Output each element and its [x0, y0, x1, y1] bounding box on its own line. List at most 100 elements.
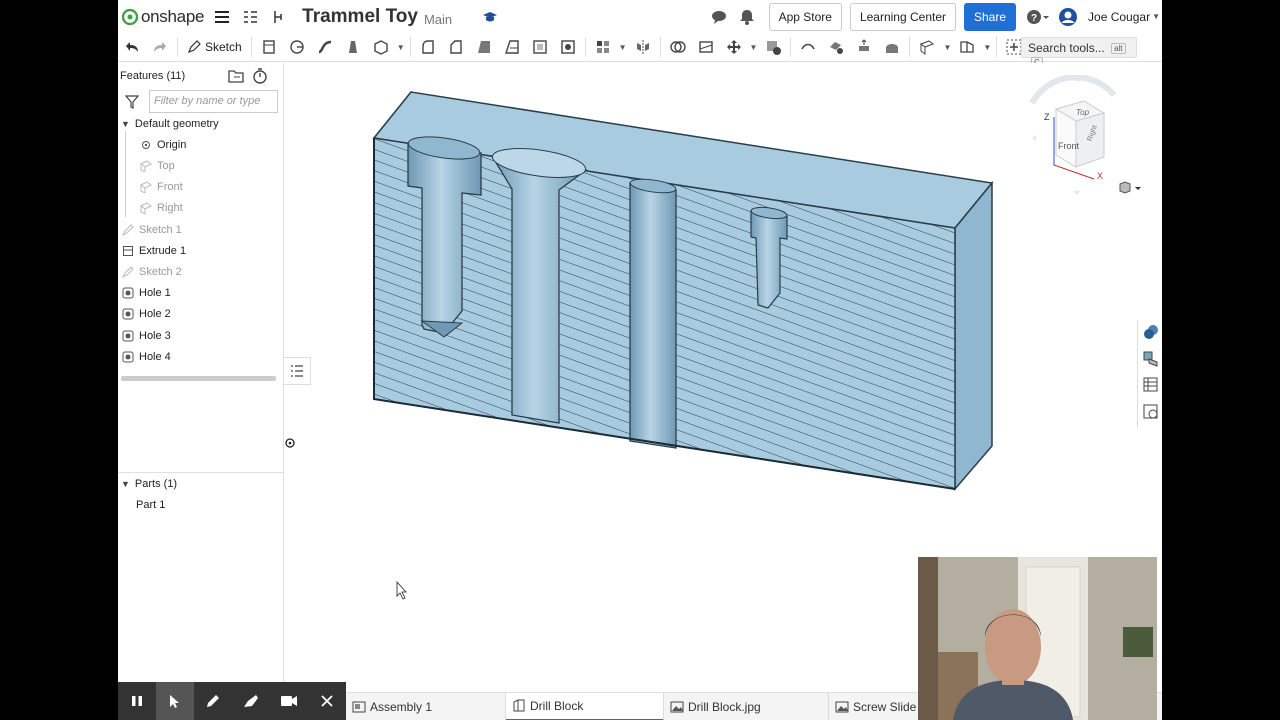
- pointer-button[interactable]: [156, 682, 194, 720]
- fillet-tool-icon[interactable]: [418, 37, 438, 57]
- default-geometry-group[interactable]: ▼ Default geometry: [121, 114, 219, 134]
- thicken-tool-icon[interactable]: [371, 37, 391, 57]
- part-label: Part 1: [136, 499, 166, 511]
- tab-drill-block[interactable]: Drill Block: [506, 693, 664, 720]
- tab-label: Assembly 1: [370, 700, 433, 714]
- transform-tool-icon[interactable]: [724, 37, 744, 57]
- move-face-tool-icon[interactable]: [854, 37, 874, 57]
- expand-caret-icon[interactable]: ▼: [121, 479, 130, 489]
- feature-list-scrollbar[interactable]: [121, 376, 276, 381]
- view-cube-arrow-down-icon[interactable]: [1074, 191, 1080, 195]
- feature-item-sketch-1[interactable]: Sketch 1: [121, 220, 182, 240]
- redo-icon[interactable]: [150, 37, 170, 57]
- chamfer-tool-icon[interactable]: [446, 37, 466, 57]
- delete-face-tool-icon[interactable]: [826, 37, 846, 57]
- help-icon[interactable]: ?: [1026, 7, 1050, 27]
- feature-item-front[interactable]: Front: [139, 177, 183, 197]
- image-icon: [835, 701, 849, 713]
- feature-filter-input[interactable]: Filter by name or type: [149, 90, 278, 113]
- notifications-icon[interactable]: [737, 7, 757, 27]
- hole-3-section: [629, 182, 677, 449]
- part-item[interactable]: Part 1: [136, 495, 165, 515]
- boolean-tool-icon[interactable]: [668, 37, 688, 57]
- education-icon[interactable]: [480, 7, 500, 27]
- appearance-icon[interactable]: [1143, 324, 1159, 345]
- webcam-button[interactable]: [270, 682, 308, 720]
- tool-caret-icon[interactable]: ▼: [619, 43, 627, 52]
- tool-caret-icon[interactable]: ▼: [943, 43, 951, 52]
- split-tool-icon[interactable]: [696, 37, 716, 57]
- feature-label: Top: [157, 160, 175, 172]
- draft-tool-icon[interactable]: [474, 37, 494, 57]
- document-title[interactable]: Trammel Toy: [302, 6, 418, 28]
- configurations-icon[interactable]: [1143, 351, 1159, 372]
- versions-icon[interactable]: [240, 7, 260, 27]
- replace-face-tool-icon[interactable]: [882, 37, 902, 57]
- feature-item-sketch-2[interactable]: Sketch 2: [121, 262, 182, 282]
- feature-item-hole-1[interactable]: Hole 1: [121, 283, 171, 303]
- mirror-tool-icon[interactable]: [633, 37, 653, 57]
- plane-tool-icon[interactable]: [917, 37, 937, 57]
- avatar[interactable]: [1058, 7, 1078, 27]
- pen-button[interactable]: [194, 682, 232, 720]
- close-recorder-button[interactable]: [308, 682, 346, 720]
- user-name[interactable]: Joe Cougar: [1088, 10, 1150, 24]
- main-menu-icon[interactable]: [212, 7, 232, 27]
- share-button[interactable]: Share: [964, 2, 1017, 31]
- expand-caret-icon[interactable]: ▼: [121, 119, 130, 129]
- branch-icon[interactable]: [268, 7, 288, 27]
- pattern-tool-icon[interactable]: [593, 37, 613, 57]
- view-cube[interactable]: Top Front Right Z X: [1024, 75, 1134, 195]
- filter-icon[interactable]: [124, 95, 140, 114]
- tab-assembly-1[interactable]: Assembly 1: [346, 693, 506, 720]
- sketch-button[interactable]: Sketch: [187, 40, 242, 54]
- image-icon: [670, 701, 684, 713]
- hole-tool-icon[interactable]: [558, 37, 578, 57]
- view-cube-arrow-left-icon[interactable]: [1032, 135, 1036, 141]
- branch-name[interactable]: Main: [424, 12, 452, 27]
- timer-icon[interactable]: [252, 68, 268, 89]
- app-store-button[interactable]: App Store: [768, 2, 842, 31]
- search-tools-input[interactable]: Search tools... alt C: [1021, 37, 1137, 68]
- feature-item-origin[interactable]: Origin: [139, 135, 186, 155]
- learning-center-button[interactable]: Learning Center: [849, 2, 956, 31]
- surface-tool-icon[interactable]: [798, 37, 818, 57]
- undo-icon[interactable]: [122, 37, 142, 57]
- comments-icon[interactable]: [709, 7, 729, 27]
- tool-caret-icon[interactable]: ▼: [750, 43, 758, 52]
- rollback-folder-icon[interactable]: [228, 69, 244, 88]
- feature-item-hole-4[interactable]: Hole 4: [121, 347, 171, 367]
- delete-part-tool-icon[interactable]: [763, 37, 783, 57]
- view-options-icon[interactable]: [1118, 181, 1142, 200]
- feature-item-extrude-1[interactable]: Extrude 1: [121, 241, 186, 261]
- feature-item-right[interactable]: Right: [139, 198, 183, 218]
- tab-drill-block-jpg[interactable]: Drill Block.jpg: [664, 693, 829, 720]
- revolve-tool-icon[interactable]: [287, 37, 307, 57]
- measure-icon[interactable]: [1143, 404, 1159, 425]
- tab-label: Drill Block.jpg: [688, 700, 761, 714]
- variables-icon[interactable]: [1143, 377, 1159, 398]
- tab-label: Screw Slide: [853, 700, 917, 714]
- view-cube-rotate-arc[interactable]: [1029, 75, 1117, 105]
- toggle-feature-list-button[interactable]: [284, 357, 311, 385]
- tool-caret-icon[interactable]: ▼: [397, 43, 405, 52]
- highlighter-button[interactable]: [232, 682, 270, 720]
- feature-item-top[interactable]: Top: [139, 156, 175, 176]
- mouse-cursor-icon: [396, 580, 407, 600]
- sweep-tool-icon[interactable]: [315, 37, 335, 57]
- user-menu-caret-icon[interactable]: ▼: [1152, 12, 1160, 21]
- sheet-metal-tool-icon[interactable]: [957, 37, 977, 57]
- parts-group[interactable]: ▼ Parts (1): [121, 474, 177, 494]
- pause-button[interactable]: [118, 682, 156, 720]
- feature-item-hole-2[interactable]: Hole 2: [121, 304, 171, 324]
- feature-label: Origin: [157, 139, 187, 151]
- extrude-tool-icon[interactable]: [259, 37, 279, 57]
- loft-tool-icon[interactable]: [343, 37, 363, 57]
- feature-item-hole-3[interactable]: Hole 3: [121, 326, 171, 346]
- toolbar-separator: [659, 37, 661, 57]
- rib-tool-icon[interactable]: [502, 37, 522, 57]
- onshape-logo[interactable]: onshape: [122, 7, 204, 27]
- tree-guide-line: [125, 131, 126, 217]
- shell-tool-icon[interactable]: [530, 37, 550, 57]
- tool-caret-icon[interactable]: ▼: [983, 43, 991, 52]
